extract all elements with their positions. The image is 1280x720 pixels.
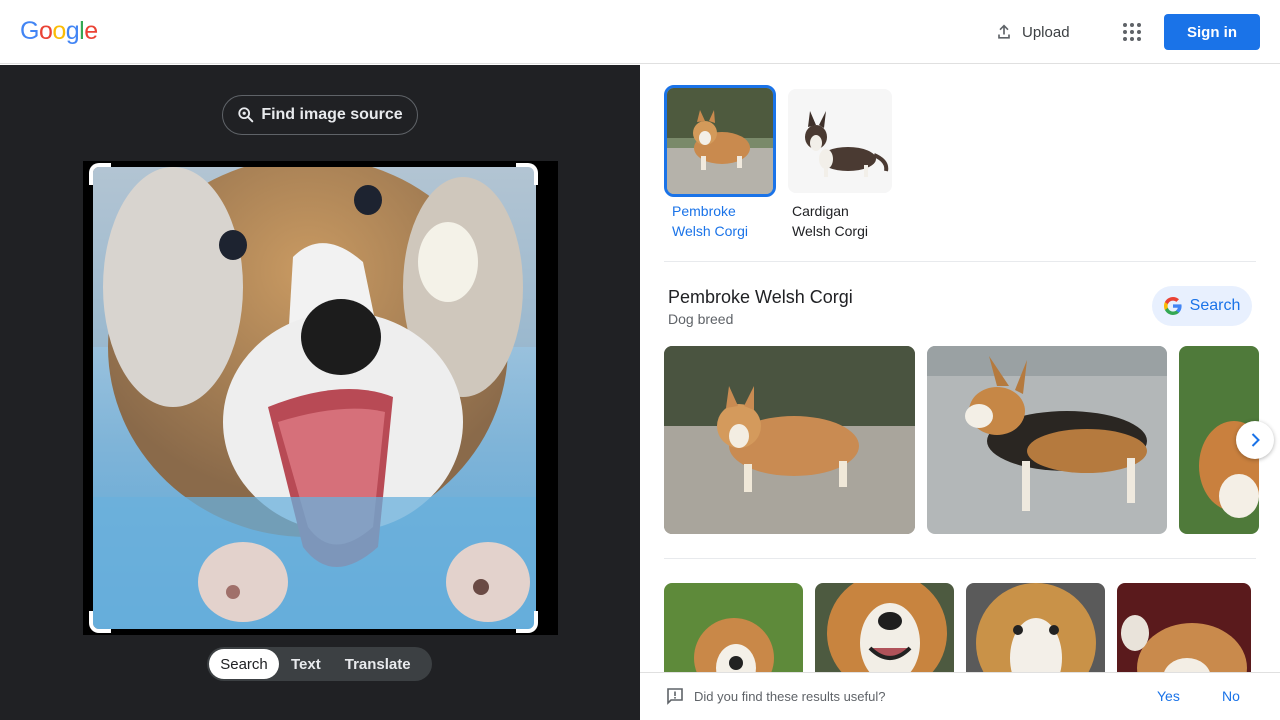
google-logo[interactable]: Google [20, 17, 98, 46]
breed-thumbnail [664, 85, 776, 197]
logo-letter: e [84, 17, 98, 45]
breed-thumbnail [788, 89, 892, 193]
feedback-yes-button[interactable]: Yes [1157, 688, 1180, 704]
breed-chip-pembroke[interactable]: Pembroke Welsh Corgi [664, 85, 778, 241]
tab-search[interactable]: Search [209, 649, 279, 679]
find-image-source-label: Find image source [261, 106, 403, 123]
logo-letter: g [65, 17, 80, 45]
crop-handle-bottom-right[interactable] [516, 611, 538, 633]
logo-letter: o [38, 17, 53, 45]
carousel-next-button[interactable] [1236, 421, 1274, 459]
crop-handle-bottom-left[interactable] [89, 611, 111, 633]
result-image[interactable] [1117, 583, 1251, 683]
result-image[interactable] [664, 583, 803, 683]
tab-translate[interactable]: Translate [333, 649, 423, 679]
feedback-question: Did you find these results useful? [694, 689, 886, 704]
feedback-bar: Did you find these results useful? Yes N… [640, 672, 1280, 720]
entity-title: Pembroke Welsh Corgi [668, 287, 853, 307]
result-image[interactable] [815, 583, 954, 683]
google-g-icon [1163, 297, 1182, 315]
breed-chip-cardigan[interactable]: Cardigan Welsh Corgi [788, 89, 898, 241]
divider [664, 558, 1256, 559]
entity-search-button[interactable]: Search [1152, 286, 1252, 326]
apps-grid-icon [1123, 23, 1141, 41]
entity-search-label: Search [1189, 297, 1241, 314]
upload-icon [998, 24, 1010, 39]
query-image-frame [83, 161, 558, 635]
sign-in-button[interactable]: Sign in [1164, 14, 1260, 50]
find-image-source-button[interactable]: Find image source [222, 95, 418, 135]
query-image-panel: Find image source Search Text Translate [0, 65, 640, 720]
apps-button[interactable] [1116, 16, 1148, 48]
top-bar: Google Upload Sign in [0, 0, 1280, 64]
logo-letter: G [20, 17, 39, 45]
query-image [93, 167, 536, 629]
upload-label: Upload [1022, 23, 1070, 41]
feedback-icon [667, 688, 683, 705]
mode-tabs: Search Text Translate [207, 647, 432, 681]
divider [664, 261, 1256, 262]
feedback-no-button[interactable]: No [1222, 688, 1240, 704]
crop-handle-top-left[interactable] [89, 163, 111, 185]
result-image[interactable] [664, 346, 915, 534]
crop-handle-top-right[interactable] [516, 163, 538, 185]
chevron-right-icon [1251, 433, 1260, 447]
breed-label: Cardigan Welsh Corgi [792, 203, 868, 239]
upload-button[interactable]: Upload [986, 16, 1078, 48]
logo-letter: o [52, 17, 66, 45]
tab-text[interactable]: Text [279, 649, 333, 679]
result-image[interactable] [966, 583, 1105, 683]
results-panel: Pembroke Welsh Corgi Cardigan Welsh Corg… [640, 65, 1280, 720]
lens-search-icon [238, 107, 254, 123]
entity-subtitle: Dog breed [668, 311, 734, 327]
result-image[interactable] [927, 346, 1167, 534]
breed-label: Pembroke Welsh Corgi [672, 203, 748, 239]
